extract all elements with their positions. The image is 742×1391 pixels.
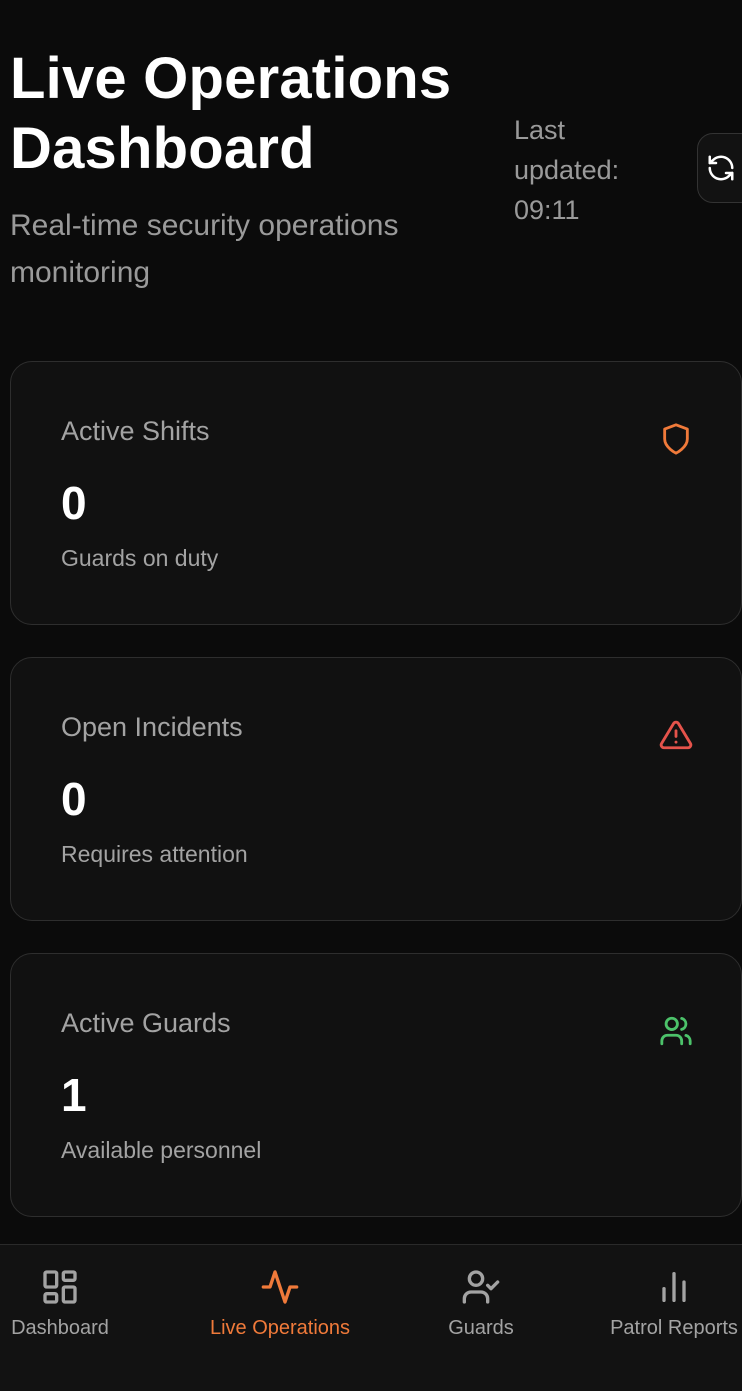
page-subtitle: Real-time security operations monitoring — [10, 209, 399, 289]
stat-card-value: 1 — [61, 1069, 87, 1121]
alert-triangle-icon — [659, 720, 693, 750]
stat-card-active-shifts: Active Shifts 0 Guards on duty — [10, 361, 742, 625]
grid-icon — [43, 1270, 77, 1304]
bottom-navigation: Dashboard Live Operations Guards Patrol … — [0, 1244, 742, 1391]
stat-card-active-guards: Active Guards 1 Available personnel — [10, 953, 742, 1217]
users-icon — [660, 1016, 692, 1046]
user-check-icon — [462, 1270, 500, 1304]
nav-item-label: Dashboard — [11, 1317, 109, 1339]
refresh-icon — [708, 155, 734, 181]
bar-chart-icon — [662, 1272, 686, 1302]
live-operations-page: Live Operations Dashboard Real-time secu… — [0, 0, 742, 1391]
nav-item-patrol-reports[interactable]: Patrol Reports — [606, 1267, 742, 1340]
page-title: Live Operations Dashboard — [10, 46, 452, 181]
stat-card-label: Active Shifts — [61, 416, 210, 446]
last-updated-text: Last updated: 09:11 — [514, 115, 620, 225]
nav-item-dashboard[interactable]: Dashboard — [0, 1267, 120, 1340]
refresh-button[interactable] — [697, 133, 742, 203]
nav-item-label: Patrol Reports — [610, 1317, 738, 1339]
activity-icon — [261, 1270, 299, 1304]
nav-item-live-operations[interactable]: Live Operations — [190, 1267, 370, 1340]
nav-item-guards[interactable]: Guards — [431, 1267, 531, 1340]
page-header: Live Operations Dashboard Real-time secu… — [10, 44, 490, 296]
stat-card-label: Active Guards — [61, 1008, 231, 1038]
stat-card-description: Requires attention — [61, 841, 248, 867]
stat-card-open-incidents: Open Incidents 0 Requires attention — [10, 657, 742, 921]
shield-icon — [663, 423, 689, 455]
stat-card-description: Guards on duty — [61, 545, 219, 571]
stat-card-description: Available personnel — [61, 1137, 262, 1163]
stat-card-value: 0 — [61, 773, 87, 825]
nav-item-label: Live Operations — [209, 1317, 351, 1339]
stat-card-value: 0 — [61, 477, 87, 529]
stat-card-label: Open Incidents — [61, 712, 243, 742]
nav-item-label: Guards — [448, 1317, 514, 1339]
